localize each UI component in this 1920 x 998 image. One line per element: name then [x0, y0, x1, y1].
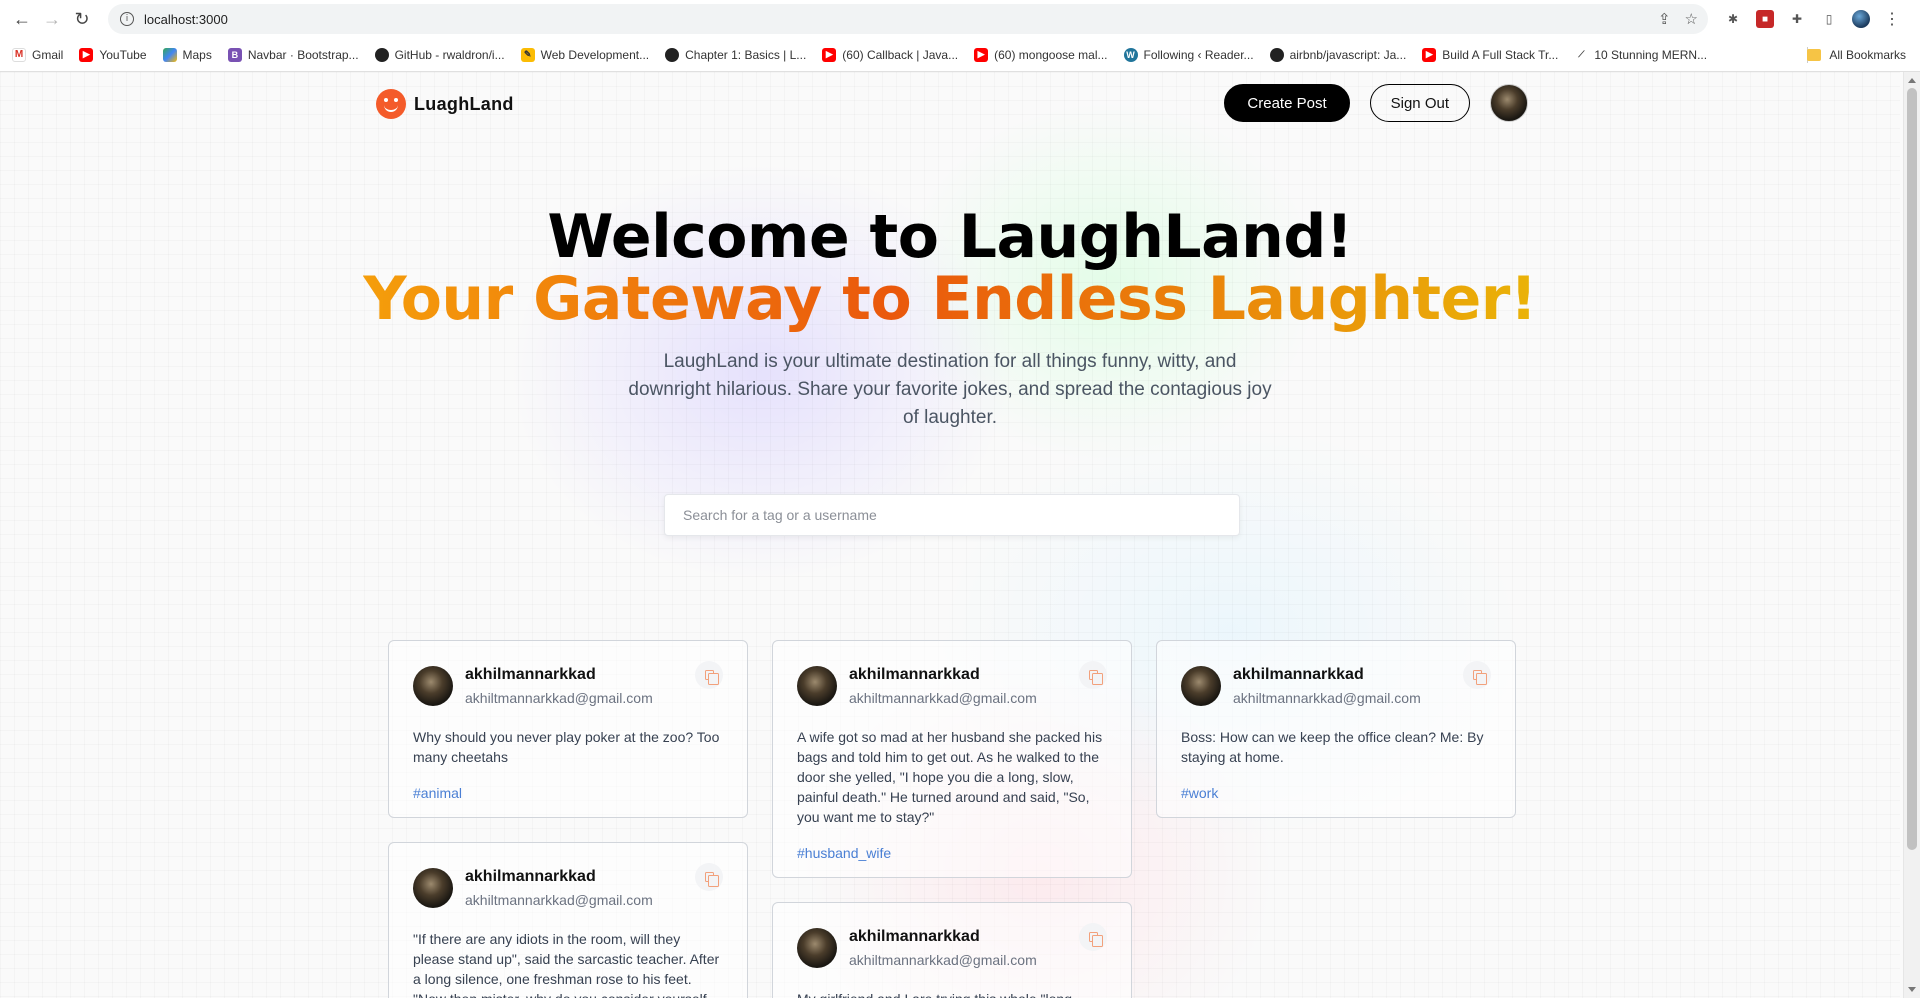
- youtube-icon: ▶: [974, 47, 989, 62]
- maps-icon: [162, 47, 177, 62]
- bookmark-item[interactable]: ✎ Web Development...: [520, 47, 649, 62]
- puzzle-extensions-icon[interactable]: ✚: [1788, 10, 1806, 28]
- bookmark-item[interactable]: ▶ YouTube: [79, 47, 147, 62]
- site-info-icon[interactable]: i: [120, 12, 134, 26]
- github-icon: [1269, 47, 1284, 62]
- bookmarks-bar: M Gmail ▶ YouTube Maps B Navbar · Bootstrap…: [0, 38, 1920, 72]
- post-author-email: akhiltmannarkkad@gmail.com: [1233, 689, 1421, 706]
- post-author-name[interactable]: akhilmannarkkad: [849, 665, 1037, 685]
- smiley-logo-icon: [376, 89, 406, 119]
- copy-icon: [704, 670, 719, 685]
- bookmark-star-icon[interactable]: ☆: [1685, 10, 1698, 28]
- post-tag[interactable]: #husband_wife: [797, 845, 1107, 861]
- bug-extension-icon[interactable]: ✱: [1724, 10, 1742, 28]
- copy-icon: [1472, 670, 1487, 685]
- post-text: Why should you never play poker at the z…: [413, 729, 720, 765]
- bookmark-item[interactable]: M Gmail: [12, 47, 63, 62]
- post-author-email: akhiltmannarkkad@gmail.com: [849, 951, 1037, 968]
- bookmark-item[interactable]: ▶ Build A Full Stack Tr...: [1422, 47, 1558, 62]
- hero-title: Welcome to LaughLand!: [547, 202, 1353, 272]
- post-text: A wife got so mad at her husband she pac…: [797, 729, 1103, 825]
- youtube-icon: ▶: [1422, 47, 1437, 62]
- red-extension-icon[interactable]: ■: [1756, 10, 1774, 28]
- page-viewport: LuaghLand Create Post Sign Out Welcome t…: [0, 72, 1920, 998]
- copy-icon: [1088, 932, 1103, 947]
- site-navbar: LuaghLand Create Post Sign Out: [376, 84, 1528, 124]
- post-author-email: akhiltmannarkkad@gmail.com: [849, 689, 1037, 706]
- address-bar[interactable]: i localhost:3000 ⇪ ☆: [108, 4, 1708, 34]
- post-card: akhilmannarkkad akhiltmannarkkad@gmail.c…: [772, 902, 1132, 998]
- post-author-name[interactable]: akhilmannarkkad: [465, 867, 653, 887]
- post-author-avatar[interactable]: [413, 868, 453, 908]
- youtube-icon: ▶: [822, 47, 837, 62]
- post-author-avatar[interactable]: [797, 666, 837, 706]
- copy-post-button[interactable]: [695, 661, 723, 689]
- post-author-email: akhiltmannarkkad@gmail.com: [465, 891, 653, 908]
- back-arrow-icon[interactable]: ←: [7, 4, 37, 34]
- bookmark-item[interactable]: Maps: [162, 47, 212, 62]
- bookmark-item[interactable]: GitHub - rwaldron/i...: [374, 47, 505, 62]
- post-card: akhilmannarkkad akhiltmannarkkad@gmail.c…: [388, 640, 748, 818]
- browser-menu-icon[interactable]: ⋮: [1884, 9, 1900, 29]
- copy-post-button[interactable]: [1079, 661, 1107, 689]
- all-bookmarks-button[interactable]: All Bookmarks: [1807, 38, 1906, 72]
- post-author-name[interactable]: akhilmannarkkad: [849, 927, 1037, 947]
- github-icon: [374, 47, 389, 62]
- web-icon: ✎: [520, 47, 535, 62]
- user-avatar[interactable]: [1490, 84, 1528, 122]
- share-icon[interactable]: ⇪: [1658, 10, 1671, 28]
- bookmark-item[interactable]: Chapter 1: Basics | L...: [665, 47, 806, 62]
- copy-icon: [704, 872, 719, 887]
- sign-out-button[interactable]: Sign Out: [1369, 84, 1470, 122]
- profile-avatar-icon[interactable]: [1852, 10, 1870, 28]
- hero-description: LaughLand is your ultimate destination f…: [628, 351, 1272, 428]
- mern-icon: ⟋: [1574, 47, 1589, 62]
- search-input[interactable]: [664, 494, 1240, 536]
- wordpress-icon: W: [1123, 47, 1138, 62]
- page-scrollbar[interactable]: [1903, 72, 1920, 998]
- post-author-name[interactable]: akhilmannarkkad: [1233, 665, 1421, 685]
- scroll-up-arrow-icon[interactable]: [1908, 78, 1916, 83]
- address-url[interactable]: localhost:3000: [144, 12, 228, 27]
- post-text: "If there are any idiots in the room, wi…: [413, 931, 720, 998]
- post-tag[interactable]: #work: [1181, 785, 1491, 801]
- post-text: Boss: How can we keep the office clean? …: [1181, 729, 1484, 765]
- post-card: akhilmannarkkad akhiltmannarkkad@gmail.c…: [1156, 640, 1516, 818]
- copy-icon: [1088, 670, 1103, 685]
- bookmark-item[interactable]: ▶ (60) mongoose mal...: [974, 47, 1108, 62]
- chapter-icon: [665, 47, 680, 62]
- copy-post-button[interactable]: [1463, 661, 1491, 689]
- bookmark-item[interactable]: ▶ (60) Callback | Java...: [822, 47, 958, 62]
- youtube-icon: ▶: [79, 47, 94, 62]
- post-author-avatar[interactable]: [1181, 666, 1221, 706]
- bookmark-item[interactable]: airbnb/javascript: Ja...: [1269, 47, 1406, 62]
- post-card: akhilmannarkkad akhiltmannarkkad@gmail.c…: [772, 640, 1132, 878]
- bookmark-item[interactable]: W Following ‹ Reader...: [1123, 47, 1254, 62]
- post-author-avatar[interactable]: [413, 666, 453, 706]
- bootstrap-icon: B: [227, 47, 242, 62]
- brand-name: LuaghLand: [414, 93, 514, 114]
- post-card: akhilmannarkkad akhiltmannarkkad@gmail.c…: [388, 842, 748, 998]
- post-author-email: akhiltmannarkkad@gmail.com: [465, 689, 653, 706]
- hero-subtitle: Your Gateway to Endless Laughter!: [0, 268, 1900, 330]
- folder-icon: [1807, 49, 1822, 61]
- brand-logo[interactable]: LuaghLand: [376, 89, 514, 119]
- post-text: My girlfriend and I are trying this whol…: [797, 989, 1107, 998]
- hero-subtitle-text: Your Gateway to Endless Laughter!: [363, 264, 1537, 334]
- forward-arrow-icon[interactable]: →: [37, 4, 67, 34]
- bookmark-item[interactable]: B Navbar · Bootstrap...: [227, 47, 359, 62]
- scrollbar-thumb[interactable]: [1907, 88, 1917, 850]
- reload-icon[interactable]: ↻: [67, 4, 97, 34]
- post-author-name[interactable]: akhilmannarkkad: [465, 665, 653, 685]
- gmail-icon: M: [12, 47, 26, 62]
- bookmark-item[interactable]: ⟋ 10 Stunning MERN...: [1574, 47, 1707, 62]
- copy-post-button[interactable]: [1079, 923, 1107, 951]
- create-post-button[interactable]: Create Post: [1224, 84, 1350, 122]
- copy-post-button[interactable]: [695, 863, 723, 891]
- browser-toolbar: ← → ↻ i localhost:3000 ⇪ ☆ ✱ ■ ✚ ▯ ⋮: [0, 0, 1920, 38]
- post-tag[interactable]: #animal: [413, 785, 723, 801]
- side-panel-icon[interactable]: ▯: [1820, 10, 1838, 28]
- post-author-avatar[interactable]: [797, 928, 837, 968]
- scroll-down-arrow-icon[interactable]: [1908, 987, 1916, 992]
